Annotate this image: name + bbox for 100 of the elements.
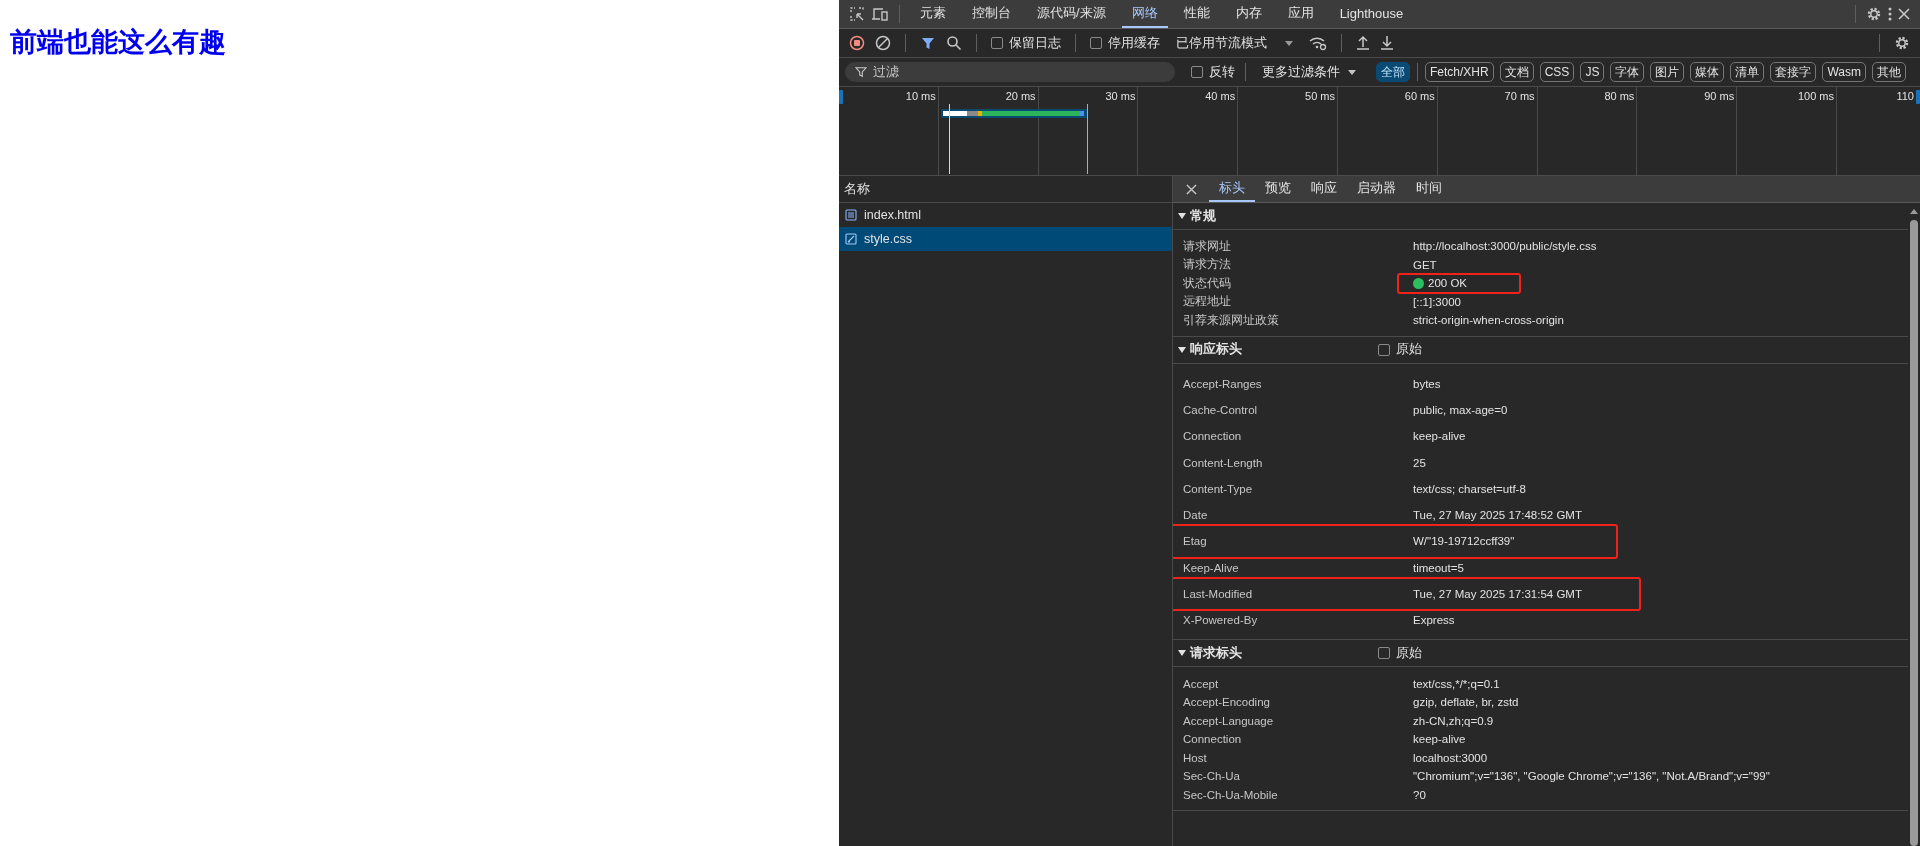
header-name: Last-Modified [1183, 588, 1254, 600]
filter-icon [855, 66, 867, 78]
device-icon[interactable] [871, 6, 889, 22]
request-row[interactable]: style.css [839, 227, 1172, 251]
record-icon[interactable] [849, 35, 865, 51]
clear-icon[interactable] [875, 35, 891, 51]
type-filter-chip[interactable]: CSS [1539, 62, 1575, 82]
section-toggle[interactable]: 请求标头 [1178, 644, 1378, 662]
header-value: 200 OK [1428, 277, 1467, 290]
upload-icon[interactable] [1356, 35, 1370, 51]
raw-checkbox[interactable]: 原始 [1378, 644, 1422, 662]
header-name: 远程地址 [1183, 294, 1232, 310]
header-name: 状态代码 [1183, 275, 1232, 291]
header-name: Cache-Control [1183, 403, 1259, 416]
header-value: ?0 [1413, 788, 1426, 801]
type-filter-chip[interactable]: 清单 [1730, 62, 1765, 82]
more-filters-dropdown[interactable]: 更多过滤条件 [1256, 63, 1362, 81]
caret-icon [1285, 40, 1293, 46]
filter-field[interactable]: 过滤 [845, 62, 1175, 82]
close-icon[interactable] [1186, 183, 1197, 195]
header-value: "Chromium";v="136", "Google Chrome";v="136", "Not.A/Brand";v="99" [1413, 770, 1770, 783]
timeline-tick-label: 90 ms [1704, 90, 1735, 104]
timeline-tick-label: 70 ms [1504, 90, 1535, 104]
header-name: Sec-Ch-Ua [1183, 770, 1241, 783]
preserve-log-checkbox[interactable]: 保留日志 [991, 34, 1061, 52]
panel-tab[interactable]: 元素 [910, 0, 956, 28]
header-name: 请求方法 [1183, 257, 1232, 273]
timeline-tick-label: 40 ms [1205, 90, 1236, 104]
disable-cache-checkbox[interactable]: 停用缓存 [1090, 34, 1160, 52]
header-value: Tue, 27 May 2025 17:48:52 GMT [1413, 509, 1582, 522]
header-value: zh-CN,zh;q=0.9 [1413, 714, 1494, 727]
header-name: Etag [1183, 535, 1208, 548]
type-filter-chip[interactable]: 其他 [1871, 62, 1906, 82]
close-icon[interactable] [1898, 8, 1910, 20]
timeline-tick-label: 110 [1896, 90, 1914, 104]
header-name: Accept-Ranges [1183, 377, 1263, 390]
header-value: W/"19-19712ccff39" [1413, 535, 1515, 548]
details-tab[interactable]: 时间 [1406, 176, 1452, 202]
type-filter-chip[interactable]: JS [1580, 62, 1605, 82]
header-value: text/css,*/*;q=0.1 [1413, 677, 1500, 690]
panel-tab[interactable]: 性能 [1173, 0, 1220, 28]
header-value: text/css; charset=utf-8 [1413, 482, 1526, 495]
raw-checkbox[interactable]: 原始 [1378, 341, 1422, 358]
header-name: Keep-Alive [1183, 561, 1240, 574]
header-name: Accept-Language [1183, 714, 1275, 727]
header-value: gzip, deflate, br, zstd [1413, 696, 1519, 709]
timeline-tick-label: 50 ms [1305, 90, 1335, 104]
scroll-up-arrow-icon[interactable] [1910, 209, 1918, 214]
header-value: bytes [1413, 377, 1441, 390]
details-tab[interactable]: 响应 [1301, 176, 1347, 202]
header-name: 请求网址 [1183, 238, 1232, 254]
header-value: public, max-age=0 [1413, 403, 1508, 416]
type-filter-chip[interactable]: 媒体 [1690, 62, 1725, 82]
search-icon[interactable] [946, 35, 962, 51]
type-filter-chip[interactable]: 图片 [1650, 62, 1685, 82]
header-name: Content-Type [1183, 482, 1254, 495]
header-value: Tue, 27 May 2025 17:31:54 GMT [1413, 588, 1582, 600]
invert-checkbox[interactable]: 反转 [1191, 63, 1235, 81]
section-toggle[interactable]: 常规 [1178, 207, 1378, 225]
section-toggle[interactable]: 响应标头 [1178, 341, 1378, 358]
timeline-tick-label: 30 ms [1105, 90, 1136, 104]
header-name: Content-Length [1183, 456, 1264, 469]
panel-tab[interactable]: 内存 [1225, 0, 1272, 28]
panel-tab[interactable]: 控制台 [962, 0, 1021, 28]
details-tab[interactable]: 标头 [1209, 176, 1255, 202]
filter-icon[interactable] [920, 35, 936, 51]
header-value: localhost:3000 [1413, 751, 1488, 764]
type-filter-chip[interactable]: 字体 [1610, 62, 1645, 82]
timeline-tick-label: 10 ms [905, 90, 936, 104]
header-value: timeout=5 [1413, 561, 1464, 574]
inspect-icon[interactable] [849, 6, 865, 22]
type-filter-chip[interactable]: Fetch/XHR [1425, 62, 1494, 82]
throttling-dropdown[interactable]: 已停用节流模式 [1170, 34, 1299, 52]
details-tab[interactable]: 启动器 [1347, 176, 1406, 202]
caret-icon [1348, 69, 1356, 75]
range-handle-icon[interactable] [839, 90, 843, 104]
settings-icon[interactable] [1866, 6, 1882, 22]
header-name: Date [1183, 509, 1209, 522]
header-value: keep-alive [1413, 430, 1466, 443]
type-filter-chip[interactable]: 文档 [1499, 62, 1534, 82]
details-tab[interactable]: 预览 [1255, 176, 1301, 202]
panel-tab[interactable]: Lighthouse [1329, 0, 1414, 28]
network-conditions-icon[interactable] [1309, 35, 1327, 51]
header-value: Express [1413, 614, 1455, 627]
header-name: 引荐来源网址政策 [1183, 312, 1280, 328]
header-name: Accept-Encoding [1183, 696, 1271, 709]
download-icon[interactable] [1380, 35, 1394, 51]
request-row[interactable]: index.html [839, 203, 1172, 227]
type-filter-chip[interactable]: 全部 [1376, 62, 1410, 82]
type-filter-chip[interactable]: 套接字 [1770, 62, 1817, 82]
more-icon[interactable] [1888, 6, 1892, 22]
document-icon [845, 209, 857, 221]
range-handle-icon[interactable] [1916, 90, 1920, 104]
timeline-tick-label: 60 ms [1404, 90, 1435, 104]
header-name: X-Powered-By [1183, 614, 1259, 627]
type-filter-chip[interactable]: Wasm [1822, 62, 1866, 82]
timeline-tick-label: 80 ms [1604, 90, 1635, 104]
panel-tab[interactable]: 应用 [1277, 0, 1324, 28]
settings-icon[interactable] [1894, 35, 1910, 51]
panel-tab[interactable]: 源代码/来源 [1027, 0, 1116, 28]
